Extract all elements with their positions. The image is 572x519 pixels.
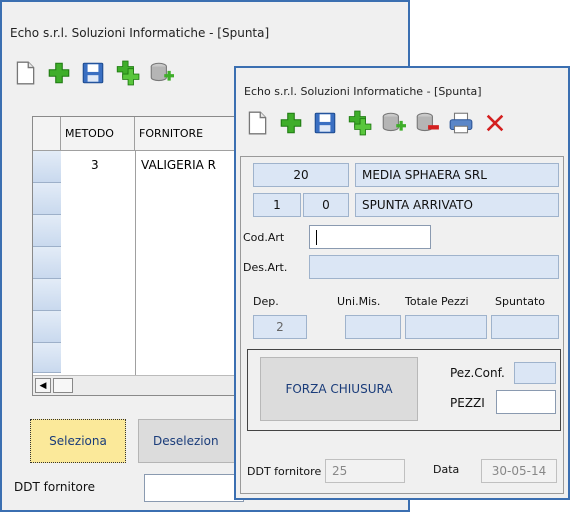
row-header[interactable] [33,343,61,373]
back-ddt-fornitore-input[interactable] [144,474,244,502]
pez-conf-label: Pez.Conf. [450,366,505,380]
stato-num2-field: 0 [303,193,349,217]
cell-fornitore: VALIGERIA R [141,158,216,172]
fornitore-name-field: MEDIA SPHAERA SRL [355,163,559,187]
close-icon[interactable] [480,108,510,138]
forza-chiusura-panel: FORZA CHIUSURA Pez.Conf. PEZZI [247,349,561,431]
row-header[interactable] [33,151,61,183]
front-toolbar [242,108,514,138]
data-label: Data [433,463,460,476]
ddt-fornitore-label: DDT fornitore [247,465,322,478]
text-cursor [316,230,317,245]
deseleziona-button[interactable]: Deselezion [138,419,248,463]
cod-art-label: Cod.Art [243,231,285,244]
des-art-field [309,255,559,279]
uni-mis-label: Uni.Mis. [337,295,381,308]
database-add-icon[interactable] [378,108,408,138]
add-icon[interactable] [276,108,306,138]
save-icon[interactable] [78,58,108,88]
dep-label: Dep. [253,295,279,308]
scroll-left-icon[interactable]: ◀ [35,378,51,393]
front-content: 20 MEDIA SPHAERA SRL 1 0 SPUNTA ARRIVATO… [240,156,564,494]
database-remove-icon[interactable] [412,108,442,138]
forza-chiusura-button[interactable]: FORZA CHIUSURA [260,357,418,421]
spuntato-label: Spuntato [495,295,546,308]
cell-metodo: 3 [91,158,99,172]
row-header[interactable] [33,247,61,279]
add-icon[interactable] [44,58,74,88]
fornitore-code-field: 20 [253,163,349,187]
stato-label-field: SPUNTA ARRIVATO [355,193,559,217]
totale-pezzi-label: Totale Pezzi [405,295,469,308]
spuntato-field [491,315,559,339]
back-toolbar [10,58,180,88]
back-window-title: Echo s.r.l. Soluzioni Informatiche - [Sp… [10,26,270,40]
row-header[interactable] [33,311,61,343]
back-grid[interactable]: METODO FORNITORE 3 VALIGERIA R ◀ [32,116,262,396]
add-multiple-icon[interactable] [344,108,374,138]
ddt-fornitore-field: 25 [325,459,405,483]
save-icon[interactable] [310,108,340,138]
new-document-icon[interactable] [242,108,272,138]
pezzi-input[interactable] [496,390,556,414]
add-multiple-icon[interactable] [112,58,142,88]
new-document-icon[interactable] [10,58,40,88]
print-icon[interactable] [446,108,476,138]
pezzi-label: PEZZI [450,396,485,410]
des-art-label: Des.Art. [243,261,288,274]
totale-pezzi-field [405,315,487,339]
front-window: Echo s.r.l. Soluzioni Informatiche - [Sp… [234,66,570,500]
column-header-metodo[interactable]: METODO [61,117,135,151]
row-header[interactable] [33,279,61,311]
grid-corner [33,117,61,151]
uni-mis-field [345,315,401,339]
seleziona-button[interactable]: Seleziona [30,419,126,463]
data-field: 30-05-14 [481,459,557,483]
table-row[interactable]: 3 VALIGERIA R [61,151,261,183]
pez-conf-field [514,362,556,384]
dep-field: 2 [253,315,307,339]
horizontal-scrollbar[interactable]: ◀ [33,375,261,395]
scroll-thumb[interactable] [53,378,73,393]
row-header[interactable] [33,215,61,247]
cod-art-input[interactable] [309,225,431,249]
stato-num1-field: 1 [253,193,301,217]
back-ddt-fornitore-label: DDT fornitore [14,480,95,494]
front-window-title: Echo s.r.l. Soluzioni Informatiche - [Sp… [244,85,482,98]
row-header[interactable] [33,183,61,215]
database-add-icon[interactable] [146,58,176,88]
